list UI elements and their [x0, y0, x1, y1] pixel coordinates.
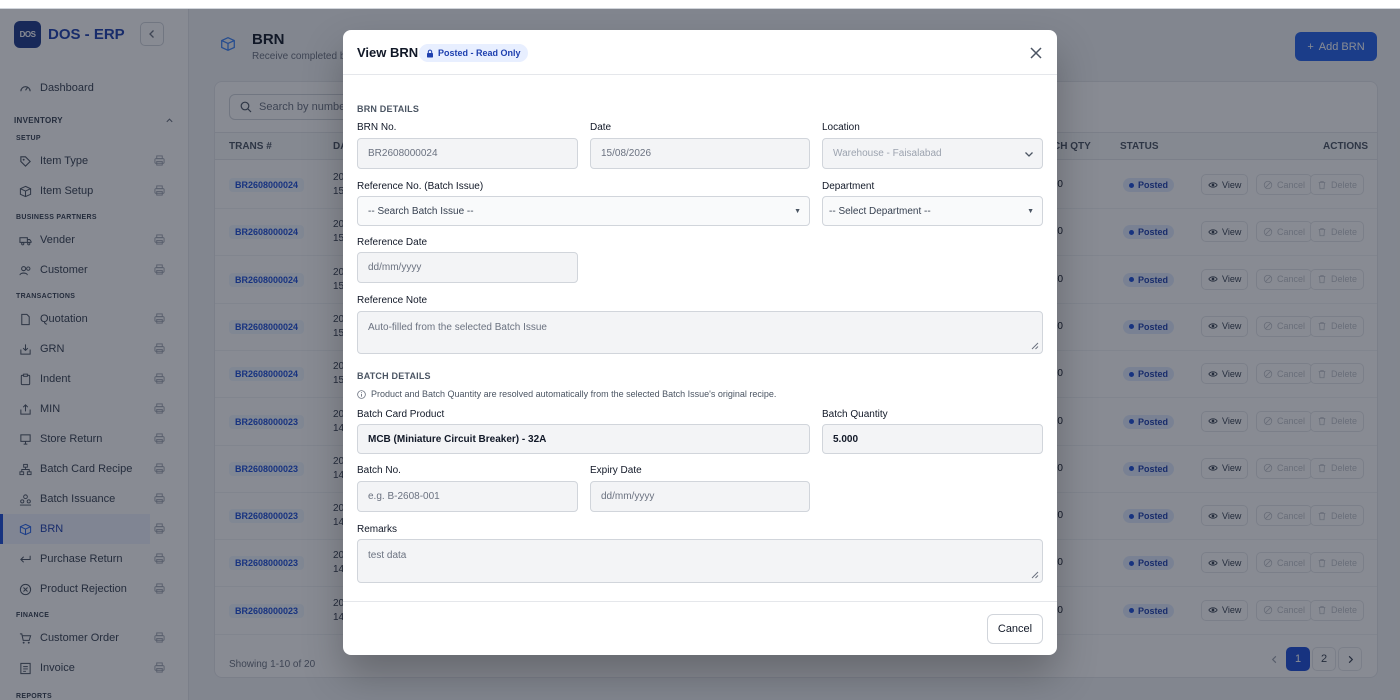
batch-info-text: Product and Batch Quantity are resolved … — [371, 389, 777, 399]
remarks-label: Remarks — [357, 524, 398, 535]
caret-down-icon: ▼ — [794, 208, 801, 215]
batch-no-label: Batch No. — [357, 465, 401, 476]
modal-title: View BRN — [357, 45, 419, 60]
date-label: Date — [590, 122, 612, 133]
cancel-button[interactable]: Cancel — [987, 614, 1043, 644]
batch-product-field[interactable]: MCB (Miniature Circuit Breaker) - 32A — [357, 424, 810, 454]
reference-note-label: Reference Note — [357, 295, 428, 306]
batch-product-label: Batch Card Product — [357, 409, 445, 420]
expiry-date-placeholder: dd/mm/yyyy — [601, 491, 655, 502]
batch-info-note: Product and Batch Quantity are resolved … — [357, 389, 776, 399]
reference-date-label: Reference Date — [357, 237, 428, 248]
department-label: Department — [822, 181, 875, 192]
modal-footer: Cancel — [343, 601, 1057, 655]
date-field[interactable]: 15/08/2026 — [590, 138, 810, 169]
reference-date-field[interactable]: dd/mm/yyyy — [357, 252, 578, 283]
department-select[interactable]: -- Select Department -- ▼ — [822, 196, 1043, 226]
brn-no-value: BR2608000024 — [368, 148, 438, 159]
department-value: -- Select Department -- — [829, 205, 931, 217]
reference-no-select[interactable]: -- Search Batch Issue -- ▼ — [357, 196, 810, 226]
remarks-value: test data — [368, 550, 407, 561]
resize-handle-icon[interactable] — [1031, 571, 1039, 579]
location-label: Location — [822, 122, 860, 133]
batch-quantity-label: Batch Quantity — [822, 409, 888, 420]
brn-no-field[interactable]: BR2608000024 — [357, 138, 578, 169]
batch-product-value: MCB (Miniature Circuit Breaker) - 32A — [368, 433, 547, 445]
reference-no-value: -- Search Batch Issue -- — [368, 205, 474, 217]
date-value: 15/08/2026 — [601, 148, 652, 159]
info-icon — [357, 389, 366, 399]
remarks-field[interactable]: test data — [357, 539, 1043, 583]
batch-no-field[interactable]: e.g. B-2608-001 — [357, 481, 578, 512]
brn-no-label: BRN No. — [357, 122, 397, 133]
reference-date-placeholder: dd/mm/yyyy — [368, 262, 422, 273]
modal-header: View BRN Posted - Read Only — [343, 30, 1057, 75]
chevron-down-icon — [1025, 152, 1033, 157]
status-badge: Posted - Read Only — [419, 44, 528, 62]
brn-details-heading: BRN DETAILS — [357, 104, 420, 114]
batch-quantity-field[interactable]: 5.000 — [822, 424, 1043, 454]
reference-note-field[interactable]: Auto-filled from the selected Batch Issu… — [357, 311, 1043, 354]
location-select[interactable]: Warehouse - Faisalabad — [822, 138, 1043, 169]
batch-details-heading: BATCH DETAILS — [357, 371, 431, 381]
batch-no-placeholder: e.g. B-2608-001 — [368, 491, 440, 502]
expiry-date-field[interactable]: dd/mm/yyyy — [590, 481, 810, 512]
expiry-date-label: Expiry Date — [590, 465, 642, 476]
view-brn-modal: View BRN Posted - Read Only BRN DETAILS … — [343, 30, 1057, 655]
caret-down-icon: ▼ — [1027, 208, 1034, 215]
batch-quantity-value: 5.000 — [833, 433, 859, 445]
close-icon[interactable] — [1028, 45, 1044, 61]
browser-top-bar — [0, 0, 1400, 9]
status-badge-label: Posted - Read Only — [438, 48, 521, 58]
location-value: Warehouse - Faisalabad — [833, 148, 942, 159]
reference-note-placeholder: Auto-filled from the selected Batch Issu… — [368, 322, 547, 333]
reference-no-label: Reference No. (Batch Issue) — [357, 181, 484, 192]
resize-handle-icon[interactable] — [1031, 342, 1039, 350]
lock-icon — [427, 49, 433, 57]
